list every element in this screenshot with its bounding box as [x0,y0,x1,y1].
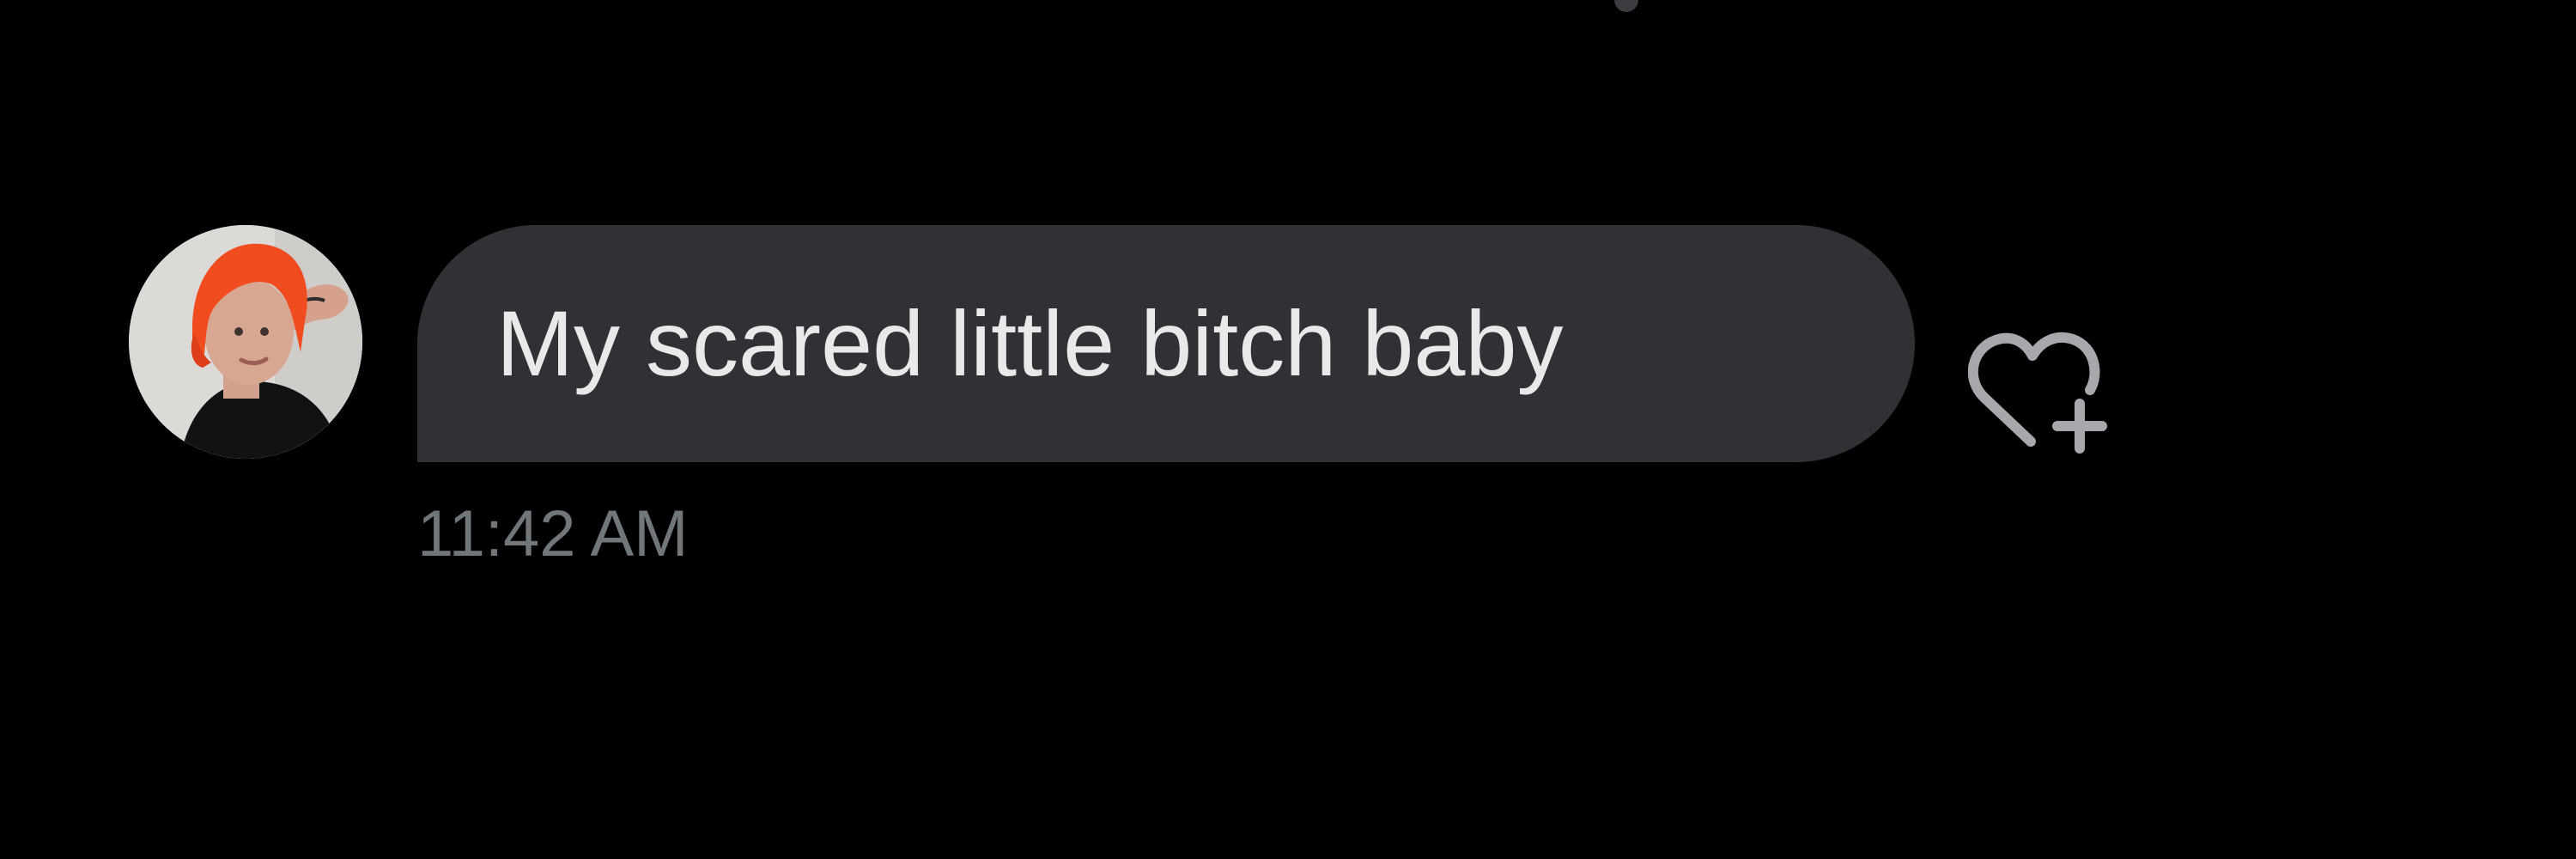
avatar-photo [129,225,362,459]
avatar[interactable] [129,225,362,459]
partial-avatar-indicator [1614,0,1638,12]
heart-plus-icon[interactable] [1968,316,2114,462]
message-row: My scared little bitch baby 11:42 AM [129,225,2107,586]
message-text: My scared little bitch baby [496,291,1564,395]
message-timestamp: 11:42 AM [417,497,689,570]
heart-plus-icon-graphic [1968,332,2107,454]
message-bubble[interactable]: My scared little bitch baby [417,225,1915,462]
